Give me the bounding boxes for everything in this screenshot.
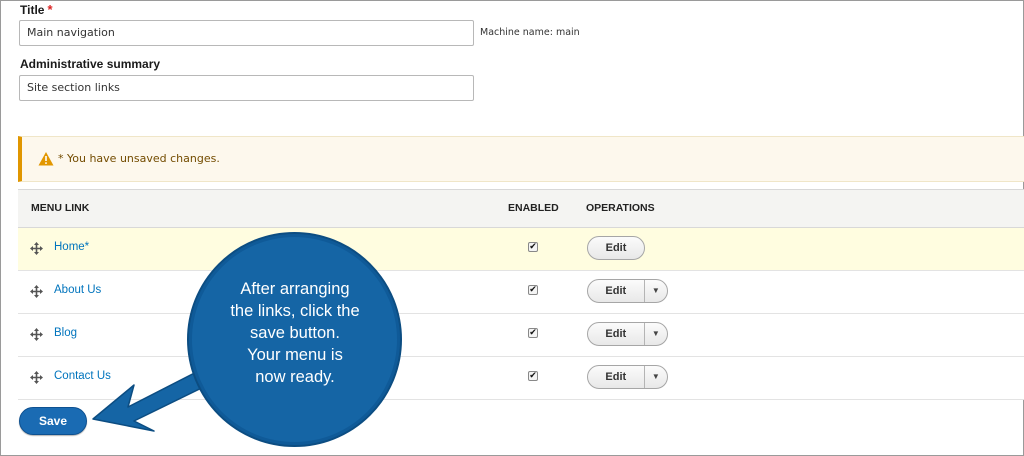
edit-button[interactable]: Edit xyxy=(588,366,645,388)
edit-split-button: Edit ▼ xyxy=(587,322,668,346)
header-menu-link: MENU LINK xyxy=(31,202,90,214)
menu-link-home[interactable]: Home* xyxy=(54,241,89,253)
enabled-checkbox[interactable]: ✔ xyxy=(528,285,538,295)
dropdown-caret-icon[interactable]: ▼ xyxy=(645,366,667,388)
enabled-checkbox[interactable]: ✔ xyxy=(528,328,538,338)
menu-link-about-us[interactable]: About Us xyxy=(54,284,101,296)
enabled-checkbox[interactable]: ✔ xyxy=(528,242,538,252)
summary-label: Administrative summary xyxy=(20,57,161,71)
edit-button[interactable]: Edit xyxy=(587,236,645,260)
drag-handle-icon[interactable] xyxy=(30,371,43,384)
edit-button[interactable]: Edit xyxy=(588,280,645,302)
required-marker: * xyxy=(47,2,53,17)
warning-text: * You have unsaved changes. xyxy=(58,152,220,165)
edit-split-button: Edit ▼ xyxy=(587,365,668,389)
title-input[interactable]: Main navigation xyxy=(19,20,474,46)
table-row: Blog ✔ Edit ▼ xyxy=(18,314,1024,357)
header-operations: OPERATIONS xyxy=(586,202,655,214)
edit-button[interactable]: Edit xyxy=(588,323,645,345)
warning-icon xyxy=(38,152,54,166)
title-label: Title * xyxy=(20,2,53,17)
table-header: MENU LINK ENABLED OPERATIONS xyxy=(18,189,1024,228)
table-row: About Us ✔ Edit ▼ xyxy=(18,271,1024,314)
menu-link-blog[interactable]: Blog xyxy=(54,327,77,339)
header-enabled: ENABLED xyxy=(508,202,559,214)
edit-split-button: Edit ▼ xyxy=(587,279,668,303)
table-row: Home* ✔ Edit xyxy=(18,228,1024,271)
save-button[interactable]: Save xyxy=(19,407,87,435)
callout-text: After arranging the links, click the sav… xyxy=(230,280,360,386)
summary-input[interactable]: Site section links xyxy=(19,75,474,101)
dropdown-caret-icon[interactable]: ▼ xyxy=(645,280,667,302)
dropdown-caret-icon[interactable]: ▼ xyxy=(645,323,667,345)
unsaved-changes-warning: * You have unsaved changes. xyxy=(18,136,1024,182)
enabled-checkbox[interactable]: ✔ xyxy=(528,371,538,381)
machine-name: Machine name: main xyxy=(480,27,580,38)
drag-handle-icon[interactable] xyxy=(30,328,43,341)
drag-handle-icon[interactable] xyxy=(30,285,43,298)
drag-handle-icon[interactable] xyxy=(30,242,43,255)
